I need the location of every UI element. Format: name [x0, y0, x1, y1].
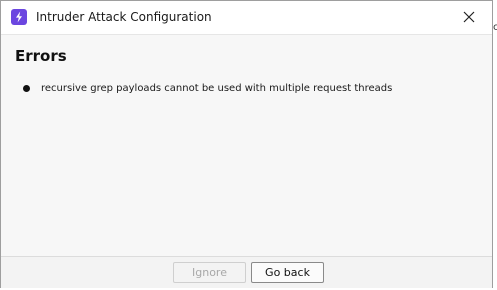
dialog-window: Intruder Attack Configuration Errors rec… [0, 0, 493, 288]
error-message: recursive grep payloads cannot be used w… [41, 83, 393, 94]
lightning-icon [11, 9, 27, 25]
dialog-content: Errors recursive grep payloads cannot be… [1, 35, 492, 256]
ignore-button[interactable]: Ignore [173, 262, 246, 283]
button-bar: Ignore Go back [1, 256, 492, 288]
go-back-button[interactable]: Go back [251, 262, 324, 283]
bullet-icon [23, 85, 30, 92]
errors-heading: Errors [15, 47, 67, 65]
title-bar[interactable]: Intruder Attack Configuration [1, 1, 492, 35]
window-title: Intruder Attack Configuration [36, 10, 212, 24]
close-icon [463, 11, 475, 23]
error-item: recursive grep payloads cannot be used w… [21, 81, 392, 96]
close-button[interactable] [454, 5, 484, 29]
error-list: recursive grep payloads cannot be used w… [21, 81, 392, 96]
background-window-text: c [493, 22, 497, 33]
background-window-edge [493, 0, 497, 290]
